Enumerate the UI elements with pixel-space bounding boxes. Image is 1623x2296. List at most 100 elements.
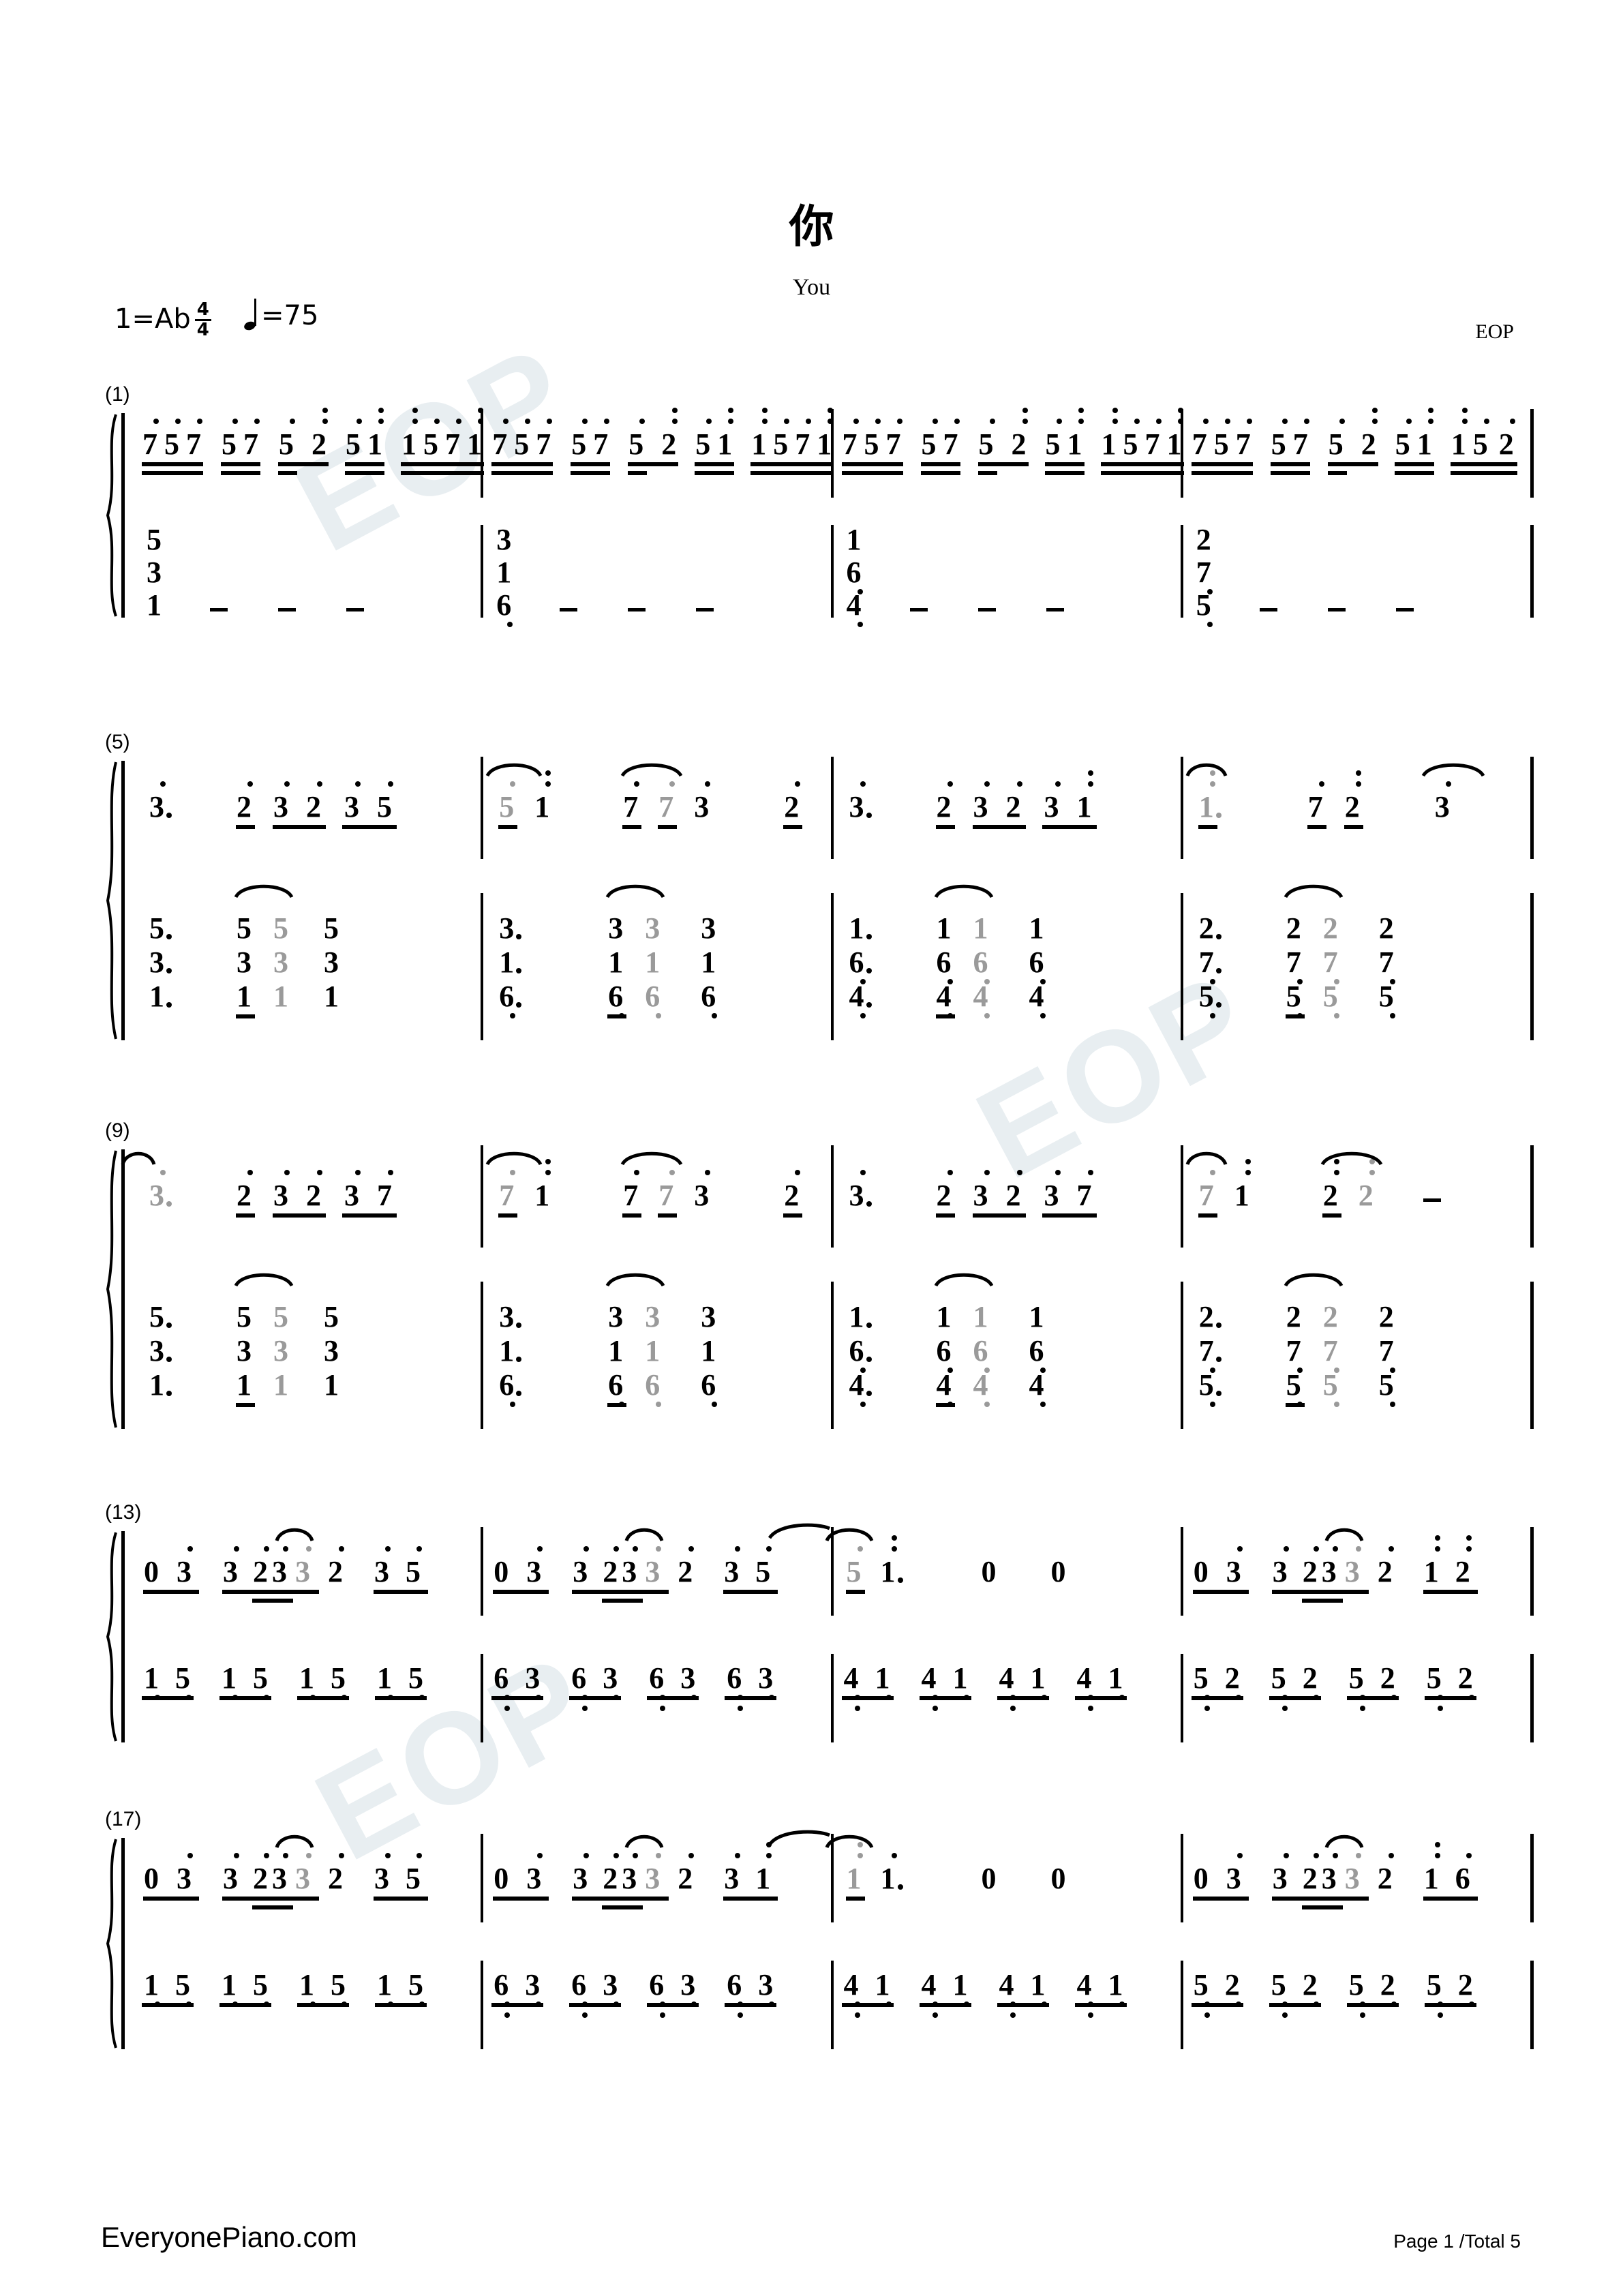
note: 7 [1144, 427, 1160, 461]
beam [997, 1696, 1049, 1700]
beam [221, 462, 260, 466]
note: 2 [603, 1862, 618, 1895]
tie-slur [1324, 1832, 1364, 1849]
measure: 7575752511571 [483, 408, 834, 498]
octave-dot-below [712, 1402, 718, 1407]
note: 3 [272, 1862, 287, 1895]
page-subtitle: You [792, 275, 831, 300]
measure-content: 323231 [834, 757, 1181, 859]
note: 1 [149, 1368, 164, 1402]
staff-bass-1: 531316164275 [134, 523, 1534, 627]
measure-content: 63636363 [483, 1961, 830, 2049]
note: 5 [1395, 427, 1410, 461]
octave-dot-above [633, 1853, 639, 1858]
beam [236, 1014, 255, 1018]
note: 5 [423, 427, 438, 461]
octave-dot-above [806, 419, 812, 424]
note: 3 [295, 1862, 310, 1895]
note: 3 [526, 1555, 542, 1588]
note: 2 [1322, 911, 1338, 945]
octave-dot-above [705, 1170, 711, 1175]
octave-dot-above [1224, 419, 1230, 424]
note: 3 [273, 790, 288, 824]
octave-dot-above [283, 1853, 288, 1858]
time-signature-denominator: 4 [194, 318, 211, 339]
note: 1 [973, 1300, 988, 1333]
beam [783, 1213, 803, 1218]
octave-dot-above [537, 1853, 543, 1858]
tie-slur [1284, 882, 1344, 898]
note: 5 [324, 911, 339, 945]
beam [1285, 1403, 1305, 1407]
octave-dot-above [1318, 781, 1324, 787]
beam [1322, 1213, 1341, 1218]
duration-dash [210, 608, 228, 611]
beam [401, 471, 484, 475]
note: 1 [401, 427, 416, 461]
note: 2 [1322, 1179, 1338, 1212]
measure-content: 164164164164 [834, 1273, 1181, 1429]
tie-slur [275, 1832, 314, 1849]
note: 5 [273, 1300, 288, 1333]
tie-slur [1284, 1271, 1344, 1287]
note: 1 [880, 1555, 896, 1588]
note: 6 [1455, 1862, 1470, 1895]
beam [1192, 1897, 1249, 1901]
note: 3 [374, 1862, 389, 1895]
note: 1 [846, 1862, 862, 1895]
note: 1 [1029, 1300, 1044, 1333]
octave-dot-below [1010, 2012, 1016, 2018]
measure: 033233216 [1183, 1834, 1534, 1922]
note: 1 [1076, 790, 1092, 824]
beam [725, 1696, 777, 1700]
note: 7 [842, 427, 858, 461]
note: 2 [1198, 911, 1214, 945]
note: 2 [1196, 523, 1211, 556]
beam [491, 2003, 544, 2007]
note: 5 [1198, 980, 1214, 1013]
octave-dot-above [634, 1170, 640, 1175]
measure-content: 323237 [121, 1145, 481, 1248]
octave-dot-below [582, 2012, 588, 2018]
note: 1 [936, 1300, 952, 1333]
octave-dot-above [853, 419, 859, 424]
note: 7 [1286, 1334, 1301, 1368]
augmentation-dot [1215, 813, 1222, 818]
octave-dot-above [784, 419, 790, 424]
note: 1 [717, 427, 733, 461]
measure-number-1: (1) [105, 383, 130, 406]
measure: 033233235 [483, 1523, 834, 1616]
note: 5 [1286, 980, 1301, 1013]
octave-dot-above [283, 1546, 288, 1552]
augmentation-dot [866, 968, 872, 973]
octave-dot-below [1359, 2012, 1365, 2018]
note: 2 [1302, 1555, 1318, 1588]
beam [221, 471, 260, 475]
note: 1 [367, 427, 382, 461]
augmentation-dot [897, 1577, 903, 1583]
octave-dot-above [284, 781, 290, 787]
note: 1 [144, 1968, 159, 2002]
beam [1191, 1696, 1243, 1700]
octave-dot-above [510, 781, 516, 787]
octave-dot-above [639, 419, 646, 424]
key-signature: 1=Ab 4 4 [115, 300, 211, 339]
note: 2 [1302, 1661, 1318, 1695]
note: 4 [973, 1368, 988, 1402]
note: 5 [1271, 1661, 1286, 1695]
note: 2 [306, 790, 321, 824]
note: 6 [499, 980, 515, 1013]
note: 1 [144, 1661, 159, 1695]
beam [278, 462, 329, 466]
tie-slur [1324, 1526, 1364, 1542]
octave-dot-above [1434, 1535, 1440, 1541]
beam [658, 825, 678, 829]
note: 4 [1076, 1968, 1092, 2002]
octave-dot-above [1355, 770, 1361, 776]
measure-content: 757575251152 [1183, 408, 1530, 498]
octave-dot-above [735, 1853, 741, 1858]
note: 2 [312, 427, 327, 461]
note: 1 [701, 1334, 716, 1368]
note: 3 [295, 1555, 310, 1588]
note: 3 [701, 1300, 716, 1333]
